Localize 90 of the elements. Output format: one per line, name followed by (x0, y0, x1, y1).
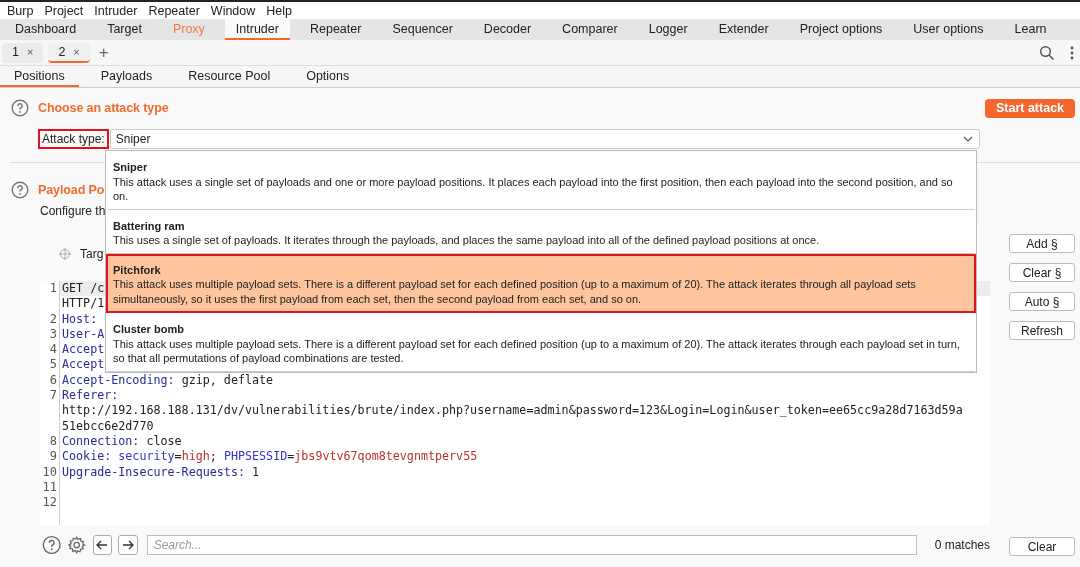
code-line: http://192.168.188.131/dv/vulnerabilities/brute/index.php?username=admin&password=123&Login=Login&user_token=ee65cc9a28d7163d59a (62, 403, 963, 419)
code-line: GET /c (62, 281, 105, 297)
option-name: Battering ram (113, 218, 186, 233)
option-name: Cluster bomb (113, 322, 185, 337)
code-line: 51ebcc6e2d770 (62, 418, 154, 434)
option-name: Sniper (113, 160, 149, 175)
option-description: This attack uses multiple payload sets. There is a different payload set for each defined position (up to a maximum of 20). The attack iterates through all payload sets simultaneously, so it uses the first payload from each set, then the second payload from each set, and so on. (113, 277, 917, 306)
forward-button[interactable] (118, 535, 138, 555)
line-number: 12 (42, 495, 57, 510)
attack-type-dropdown[interactable]: Sniper (109, 129, 980, 149)
option-name: Pitchfork (113, 262, 162, 277)
clear-button[interactable]: Clear (1009, 537, 1075, 556)
add-tab-button[interactable]: + (98, 42, 109, 63)
attack-tab[interactable]: 2 × (48, 42, 90, 63)
line-number: 5 (49, 357, 57, 372)
side-button[interactable]: Refresh (1009, 321, 1075, 340)
tool-tab[interactable]: Logger (637, 19, 699, 40)
line-number: 4 (49, 342, 57, 357)
tool-tab[interactable]: Project options (788, 19, 894, 40)
code-line: Connection: close (62, 433, 182, 450)
sub-tab[interactable]: Payloads (86, 66, 167, 87)
sub-tab[interactable]: Resource Pool (174, 66, 285, 87)
sub-tab[interactable]: Positions (0, 66, 79, 87)
tool-tab[interactable]: Comparer (551, 19, 629, 40)
line-number: 10 (42, 464, 57, 479)
arrow-left-icon (96, 540, 109, 550)
back-button[interactable] (92, 535, 113, 555)
side-button[interactable]: Clear § (1009, 263, 1075, 282)
line-number: 6 (49, 372, 57, 387)
option-description: This attack uses a single set of payloads and one or more payload positions. It places each payload into the first position, then each payload into the second position, and so on. (113, 174, 954, 204)
menu-item[interactable]: Intruder (94, 3, 145, 18)
code-line: Accept (62, 357, 105, 373)
line-number: 9 (49, 449, 57, 464)
attack-type-option[interactable]: Sniper This attack uses a single set of payloads and one or more payload positions. It places each payload into the first position, then each payload into the second position, and so on. (106, 151, 976, 210)
tool-tab[interactable]: Extender (707, 19, 780, 40)
close-tab-button[interactable]: × (73, 45, 80, 58)
close-tab-button[interactable]: × (26, 45, 34, 58)
help-icon[interactable] (11, 99, 29, 117)
menu-item[interactable]: Window (210, 3, 263, 18)
option-description: This uses a single set of payloads. It iterates through the payloads, and places the same payload into all of the defined payload positions at once. (113, 233, 821, 248)
line-number: 8 (49, 433, 57, 448)
section-title: Payload Po (38, 183, 105, 197)
tool-tab[interactable]: Dashboard (4, 19, 88, 40)
tool-tab[interactable]: Sequencer (381, 19, 464, 40)
menu-item[interactable]: Burp (7, 3, 41, 18)
side-button[interactable]: Auto § (1009, 292, 1075, 311)
attack-type-option[interactable] (106, 253, 976, 313)
line-number: 11 (42, 479, 57, 494)
arrow-right-icon (121, 540, 134, 550)
search-field[interactable]: Search... (146, 535, 917, 555)
code-line: Accept-Encoding: gzip, deflate (62, 372, 274, 389)
attack-type-label: Attack type: (38, 129, 109, 149)
code-line: Referer: (62, 388, 119, 404)
more-options-icon[interactable] (1070, 45, 1074, 60)
tool-tab[interactable]: Decoder (472, 19, 543, 40)
line-number: 2 (49, 311, 57, 326)
code-line: Cookie: security=high; PHPSESSID=jbs9vtv67qom8tevgnmtperv55 (62, 449, 478, 465)
section-title: Choose an attack type (38, 101, 169, 115)
tool-tab[interactable]: Intruder (224, 19, 290, 40)
menu-item[interactable]: Project (44, 3, 91, 18)
sub-tab[interactable]: Options (292, 66, 364, 87)
tab-label: 1 (12, 44, 19, 59)
tab-label: 2 (58, 44, 66, 59)
code-line: User-A (62, 326, 105, 343)
menu-item[interactable]: Help (266, 3, 300, 18)
code-line: Accept (62, 342, 105, 358)
code-line: Host: (62, 311, 98, 327)
match-count: 0 matches (934, 538, 990, 552)
help-icon[interactable] (42, 535, 62, 555)
attack-tab[interactable]: 1 × (2, 42, 44, 63)
line-number: 3 (49, 326, 57, 341)
settings-icon[interactable] (67, 535, 87, 555)
side-button[interactable]: Add § (1009, 234, 1075, 253)
code-line: Upgrade-Insecure-Requests: 1 (62, 464, 260, 480)
target-label: Targ (80, 247, 104, 261)
help-icon[interactable] (11, 181, 29, 199)
search-icon[interactable] (1039, 44, 1055, 61)
section-description: Configure th (40, 204, 106, 220)
tool-tab[interactable]: Target (96, 19, 153, 40)
tool-tab[interactable]: Repeater (298, 19, 373, 40)
tool-tab[interactable]: User options (902, 19, 995, 40)
code-line: HTTP/1 (62, 296, 105, 312)
line-number: 1 (49, 281, 57, 295)
line-number: 7 (49, 388, 57, 403)
chevron-down-icon (962, 136, 973, 142)
tool-tab[interactable]: Learn (1003, 19, 1058, 40)
menu-item[interactable]: Repeater (148, 3, 207, 18)
attack-type-option[interactable]: Battering ram This uses a single set of payloads. It iterates through the payloads, and places the same payload into all of the defined payload positions at once. (106, 209, 976, 254)
crosshair-icon (59, 248, 71, 260)
option-description: This attack uses multiple payload sets. There is a different payload set for each defined position (up to a maximum of 20). The attack iterates through each payload set in turn, so that all permutations of payload combinations are tested. (113, 336, 960, 366)
